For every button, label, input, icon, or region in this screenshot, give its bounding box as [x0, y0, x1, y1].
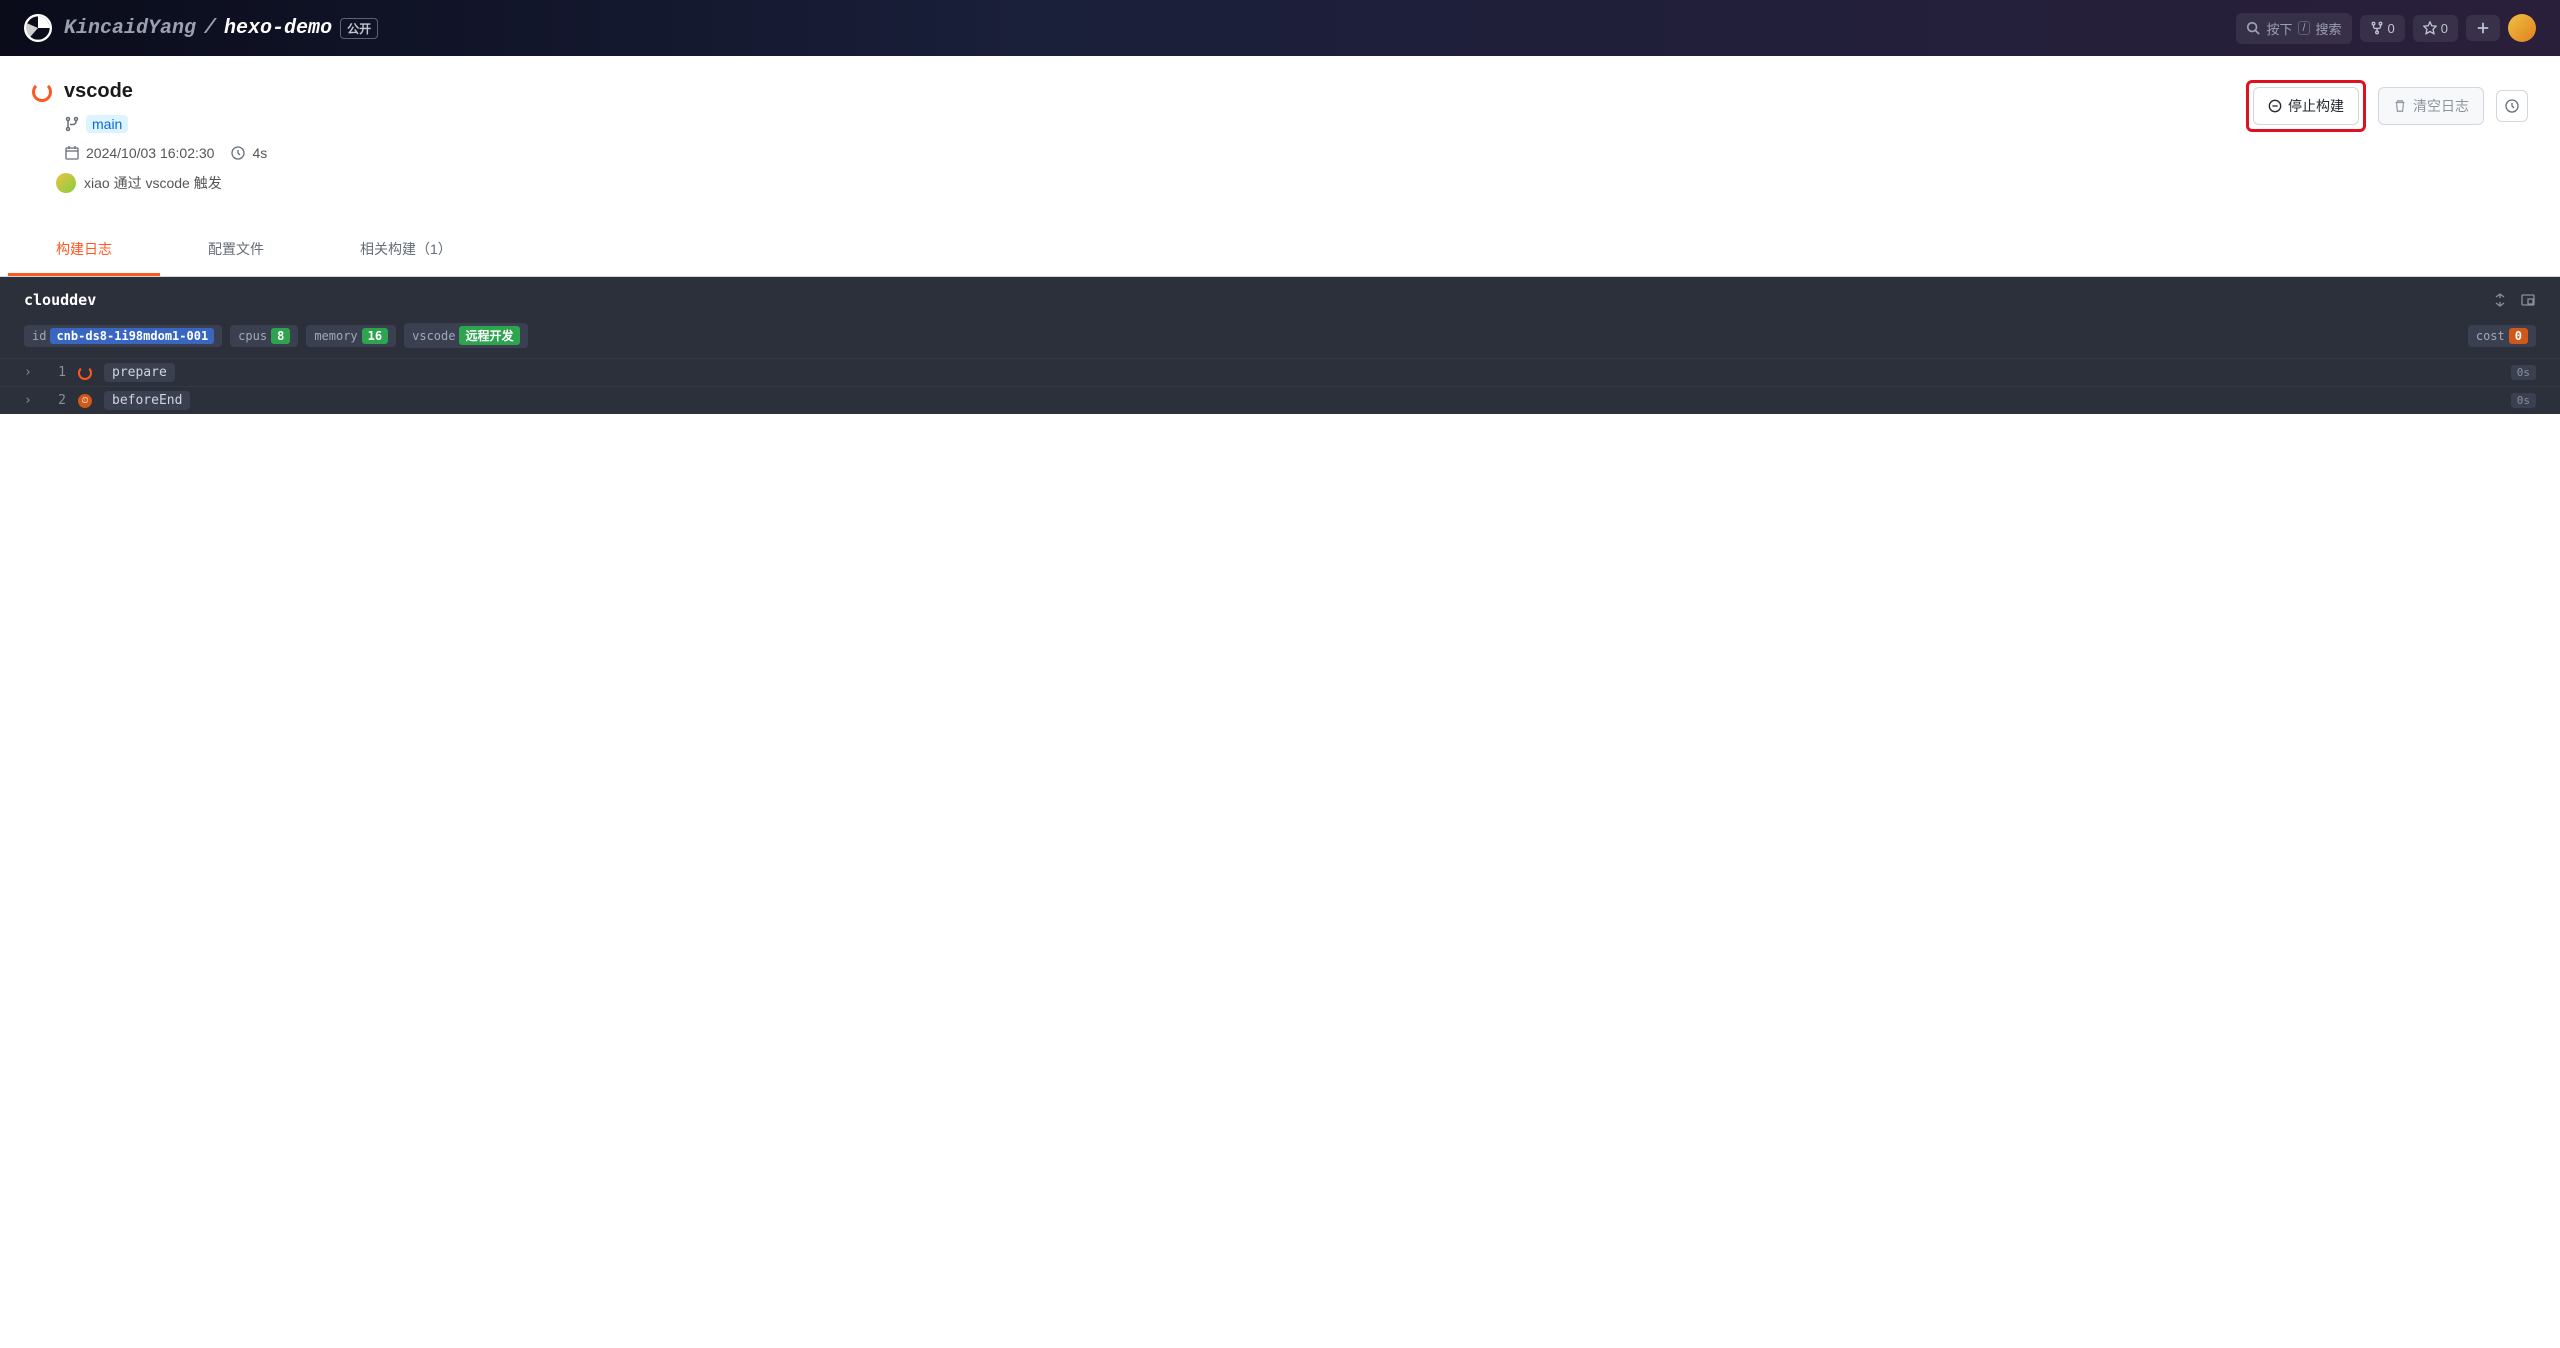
topbar-right: 按下 / 搜索 0 0	[2236, 13, 2536, 44]
log-panel: clouddev id cnb-ds8-1i98mdom1-001 cpus 8…	[0, 277, 2560, 414]
clear-log-button: 清空日志	[2378, 87, 2484, 125]
fullscreen-icon[interactable]	[2520, 292, 2536, 308]
page-header: vscode main 2024/10/03 16:02:30 4s xiao …	[0, 56, 2560, 209]
step-duration: 0s	[2511, 393, 2536, 408]
visibility-badge: 公开	[340, 18, 378, 39]
log-title: clouddev	[24, 291, 96, 309]
log-header-icons	[2492, 292, 2536, 308]
step-name: beforeEnd	[104, 391, 190, 410]
spinner-icon	[32, 82, 52, 102]
breadcrumb-owner[interactable]: KincaidYang	[64, 17, 196, 40]
meta-row-2: 2024/10/03 16:02:30 4s	[32, 145, 267, 161]
tab-related[interactable]: 相关构建（1）	[312, 225, 500, 276]
search-input[interactable]: 按下 / 搜索	[2236, 13, 2351, 44]
tab-build-log[interactable]: 构建日志	[8, 225, 160, 276]
tag-vscode: vscode 远程开发	[404, 323, 527, 348]
datetime-text: 2024/10/03 16:02:30	[86, 145, 214, 161]
breadcrumb: KincaidYang / hexo-demo 公开	[64, 17, 378, 40]
breadcrumb-repo[interactable]: hexo-demo	[224, 17, 332, 40]
header-right: 停止构建 清空日志	[2246, 80, 2528, 132]
line-number: 1	[46, 365, 66, 380]
chevron-right-icon: ›	[24, 365, 34, 380]
tag-cost: cost 0	[2468, 325, 2536, 347]
tag-cpus: cpus 8	[230, 325, 298, 347]
branch-item: main	[64, 115, 128, 133]
duration-text: 4s	[252, 145, 267, 161]
topbar: KincaidYang / hexo-demo 公开 按下 / 搜索 0 0	[0, 0, 2560, 56]
page-title: vscode	[64, 80, 133, 103]
duration-item: 4s	[230, 145, 267, 161]
chevron-right-icon: ›	[24, 393, 34, 408]
log-step-row[interactable]: › 1 prepare 0s	[0, 358, 2560, 386]
log-header: clouddev	[0, 277, 2560, 323]
star-button[interactable]: 0	[2413, 15, 2458, 42]
clock-icon: ⏲	[78, 394, 92, 408]
highlight-box: 停止构建	[2246, 80, 2366, 132]
tag-id: id cnb-ds8-1i98mdom1-001	[24, 325, 222, 347]
header-left: vscode main 2024/10/03 16:02:30 4s xiao …	[32, 80, 267, 193]
logo-icon[interactable]	[24, 14, 52, 42]
tag-memory: memory 16	[306, 325, 396, 347]
branch-link[interactable]: main	[86, 115, 128, 133]
breadcrumb-separator: /	[204, 17, 216, 40]
meta-row: main	[32, 115, 267, 133]
expand-icon[interactable]	[2492, 292, 2508, 308]
trigger-avatar[interactable]	[56, 173, 76, 193]
title-row: vscode	[32, 80, 267, 103]
stop-build-button[interactable]: 停止构建	[2253, 87, 2359, 125]
tab-config[interactable]: 配置文件	[160, 225, 312, 276]
line-number: 2	[46, 393, 66, 408]
step-name: prepare	[104, 363, 175, 382]
history-button[interactable]	[2496, 90, 2528, 122]
add-button[interactable]	[2466, 15, 2500, 41]
trigger-row: xiao 通过 vscode 触发	[32, 173, 267, 193]
tags-row: id cnb-ds8-1i98mdom1-001 cpus 8 memory 1…	[0, 323, 2560, 358]
tabs: 构建日志 配置文件 相关构建（1）	[0, 225, 2560, 277]
step-duration: 0s	[2511, 365, 2536, 380]
fork-button[interactable]: 0	[2360, 15, 2405, 42]
topbar-left: KincaidYang / hexo-demo 公开	[24, 14, 2236, 42]
log-step-row[interactable]: › 2 ⏲ beforeEnd 0s	[0, 386, 2560, 414]
avatar[interactable]	[2508, 14, 2536, 42]
trigger-text: xiao 通过 vscode 触发	[84, 173, 222, 193]
spinner-icon	[78, 366, 92, 380]
datetime-item: 2024/10/03 16:02:30	[64, 145, 214, 161]
